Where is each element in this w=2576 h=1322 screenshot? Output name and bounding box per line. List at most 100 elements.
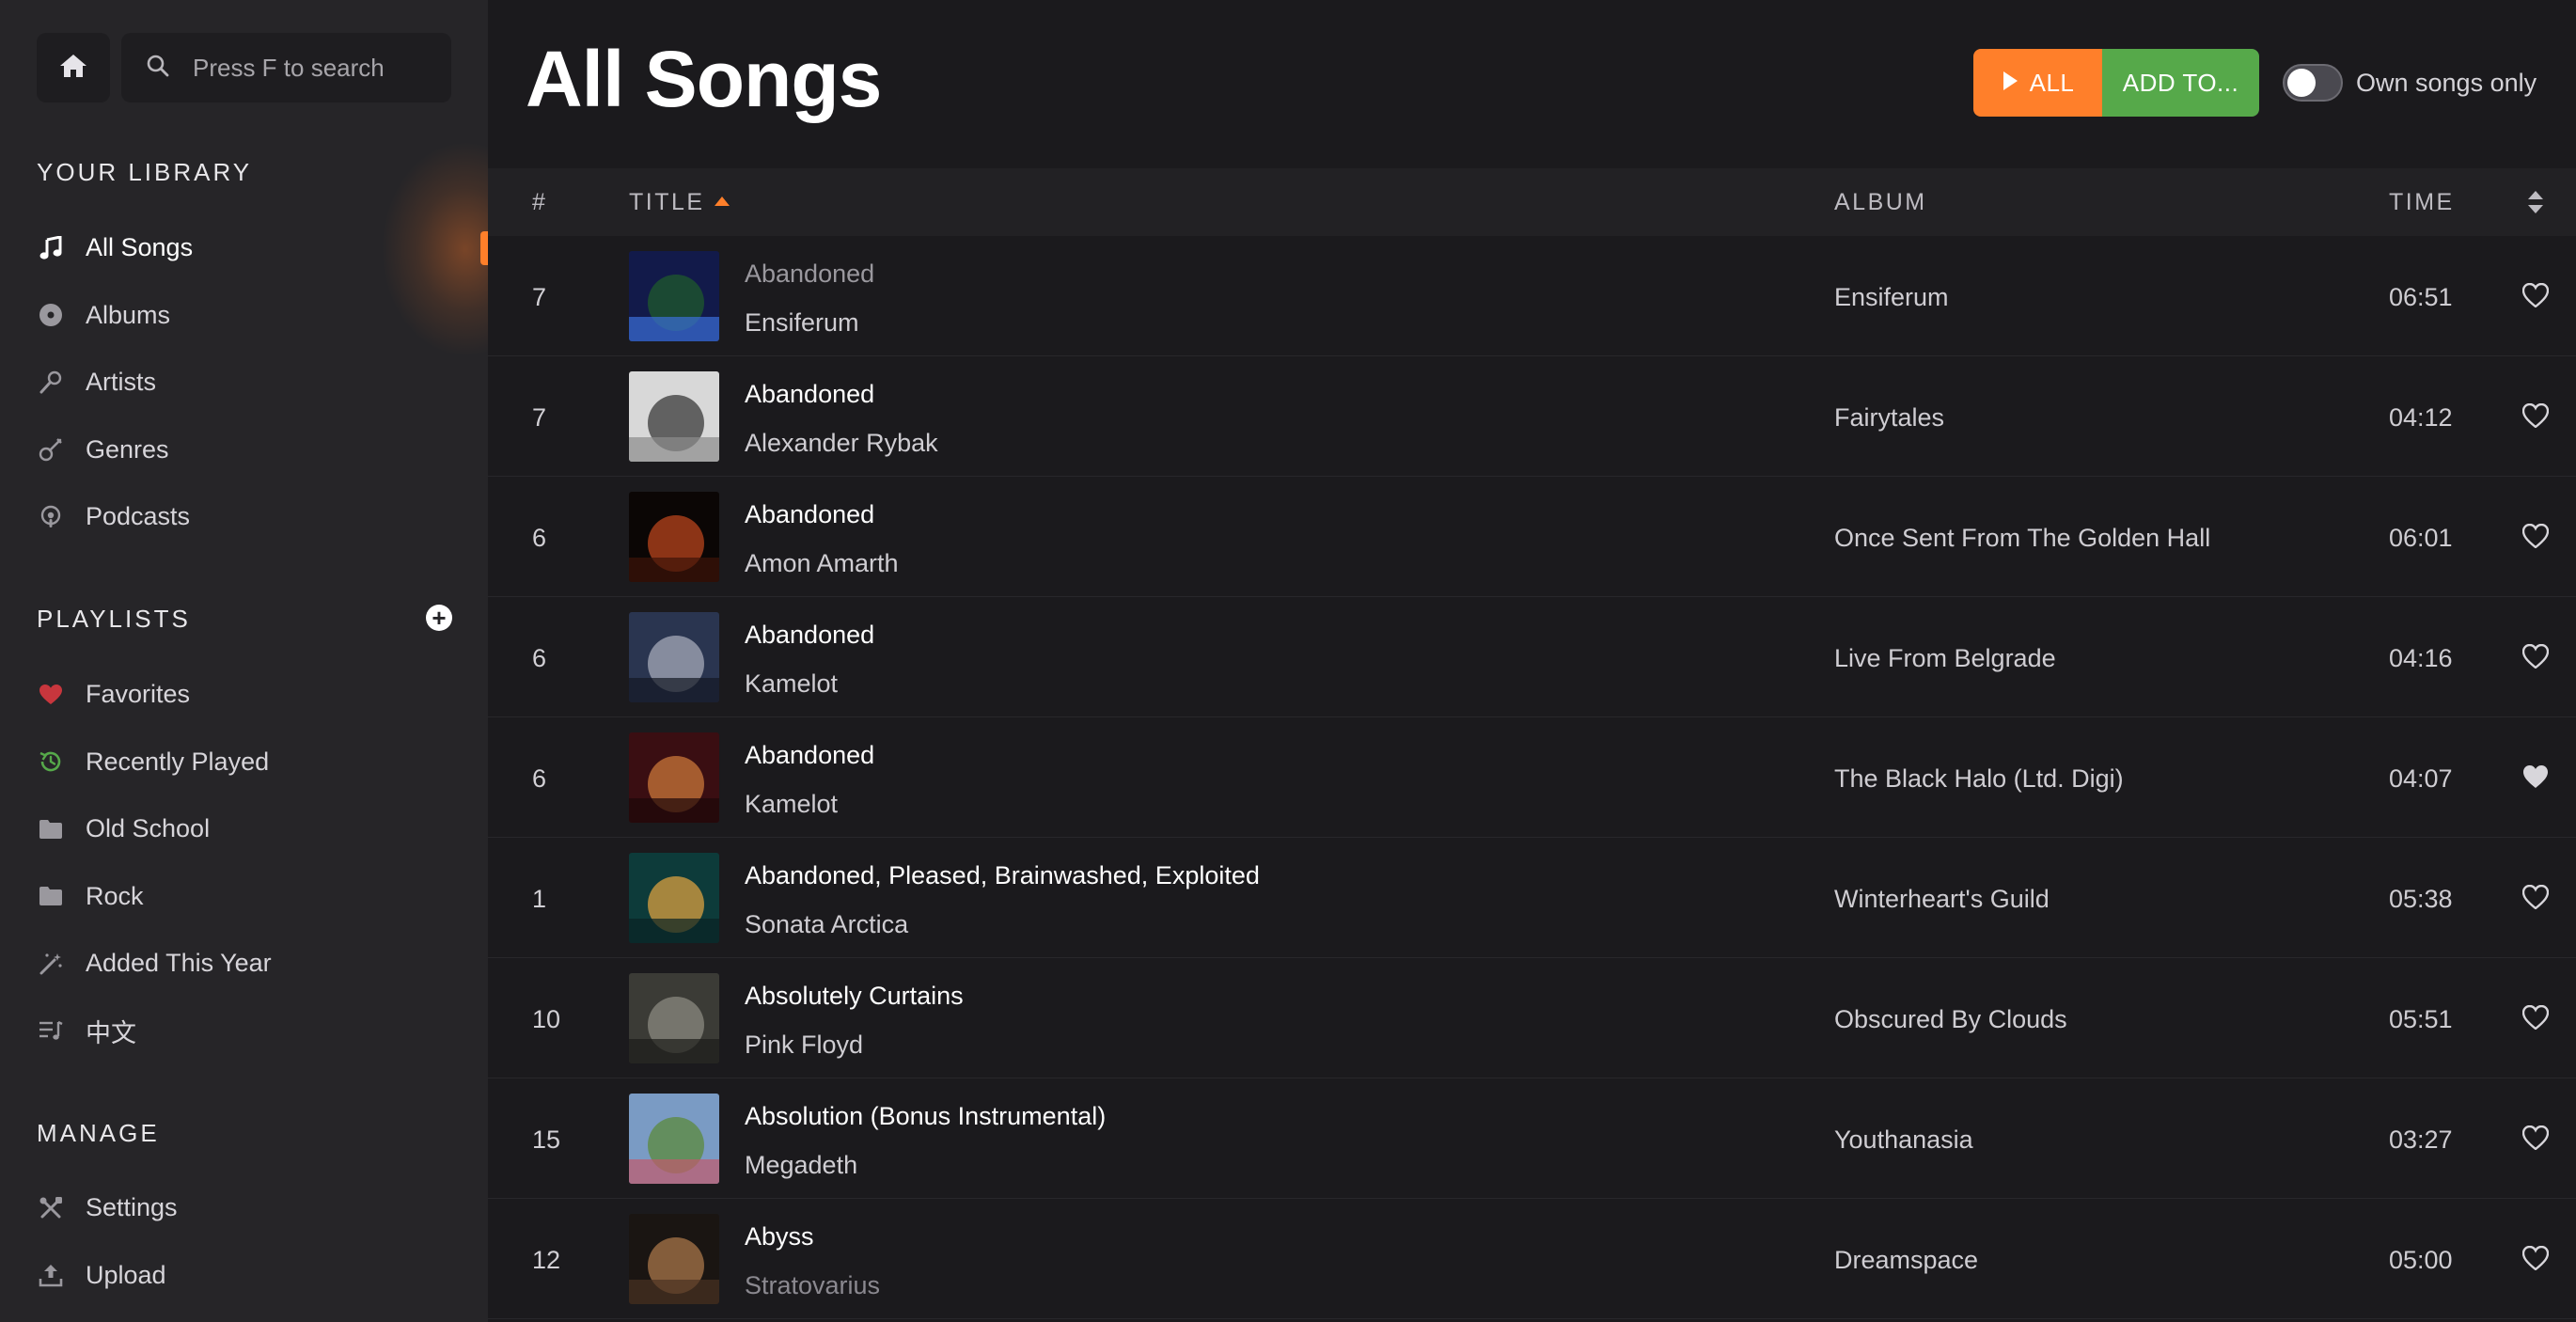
sidebar-item-label: Rock (86, 881, 144, 910)
sidebar-item-label: 中文 (86, 1018, 136, 1047)
sidebar-item-rock[interactable]: Rock (37, 863, 479, 931)
add-playlist-button[interactable]: + (426, 605, 452, 631)
sort-toggle-icon[interactable] (2526, 189, 2545, 222)
column-header-time[interactable]: TIME (2389, 189, 2455, 216)
song-row[interactable]: 6 Abandoned Amon Amarth Once Sent From The … (488, 477, 2576, 597)
guitar-icon (37, 435, 65, 464)
song-album[interactable]: Once Sent From The Golden Hall (1834, 524, 2210, 553)
sidebar-item-all-songs[interactable]: All Songs (37, 214, 479, 282)
sidebar-item-label: Genres (86, 434, 169, 464)
play-all-button[interactable]: ALL (1973, 49, 2102, 117)
song-duration: 03:27 (2389, 1125, 2453, 1154)
song-title: Abandoned (745, 741, 875, 769)
home-button[interactable] (37, 33, 110, 102)
song-row[interactable]: 15 Absolution (Bonus Instrumental) Megadet… (488, 1078, 2576, 1199)
song-duration: 04:07 (2389, 764, 2453, 793)
song-row[interactable]: 7 Abandoned Alexander Rybak Fairytales 04:12 (488, 356, 2576, 477)
add-to-button[interactable]: ADD TO... (2102, 49, 2259, 117)
sidebar-item-label: Albums (86, 300, 171, 329)
album-cover[interactable] (629, 1214, 719, 1304)
song-list: 7 Abandoned Ensiferum Ensiferum 06:51 7 Abando… (488, 236, 2576, 1319)
song-row[interactable]: 10 Absolutely Curtains Pink Floyd Obscured … (488, 958, 2576, 1078)
sidebar-item-podcasts[interactable]: Podcasts (37, 483, 479, 551)
song-row[interactable]: 7 Abandoned Ensiferum Ensiferum 06:51 (488, 236, 2576, 356)
album-cover[interactable] (629, 371, 719, 462)
song-album[interactable]: Obscured By Clouds (1834, 1005, 2067, 1034)
sidebar-item-old-school[interactable]: Old School (37, 795, 479, 863)
column-header-number[interactable]: # (532, 189, 547, 216)
sidebar-item-favorites[interactable]: Favorites (37, 661, 479, 729)
song-album[interactable]: Live From Belgrade (1834, 644, 2056, 673)
sidebar-item-label: Artists (86, 368, 157, 397)
column-header-album[interactable]: ALBUM (1834, 189, 1927, 216)
song-row[interactable]: 6 Abandoned Kamelot The Black Halo (Ltd. Di… (488, 717, 2576, 838)
like-heart-icon[interactable] (2521, 884, 2551, 911)
song-album[interactable]: Youthanasia (1834, 1125, 1973, 1155)
sidebar-item-label: Settings (86, 1193, 178, 1222)
sidebar-item-added-this-year[interactable]: Added This Year (37, 930, 479, 998)
album-cover[interactable] (629, 492, 719, 582)
song-artist[interactable]: Alexander Rybak (745, 429, 938, 458)
album-cover[interactable] (629, 1094, 719, 1184)
song-duration: 06:51 (2389, 283, 2453, 311)
like-heart-icon[interactable] (2522, 764, 2551, 791)
sidebar-item-upload[interactable]: Upload (37, 1242, 479, 1310)
song-row[interactable]: 1 Abandoned, Pleased, Brainwashed, Exploi… (488, 838, 2576, 958)
like-heart-icon[interactable] (2521, 1245, 2551, 1272)
song-artist[interactable]: Kamelot (745, 790, 838, 819)
song-artist[interactable]: Stratovarius (745, 1271, 880, 1300)
album-cover[interactable] (629, 251, 719, 341)
sidebar-item-albums[interactable]: Albums (37, 282, 479, 350)
song-row[interactable]: 12 Abyss Stratovarius Dreamspace 05:00 (488, 1199, 2576, 1319)
song-artist[interactable]: Pink Floyd (745, 1031, 863, 1060)
main-content: All Songs ALL ADD TO... Own songs only #… (488, 0, 2576, 1322)
playlist-icon (37, 1016, 65, 1045)
track-number: 7 (532, 283, 547, 311)
home-icon (59, 53, 87, 84)
album-cover[interactable] (629, 612, 719, 702)
search-box[interactable] (121, 33, 451, 102)
search-input[interactable] (193, 53, 428, 83)
track-number: 6 (532, 764, 547, 793)
sidebar-item-label: All Songs (86, 233, 194, 262)
song-artist[interactable]: Megadeth (745, 1151, 857, 1180)
song-artist[interactable]: Kamelot (745, 669, 838, 699)
plus-icon: + (432, 604, 447, 632)
song-title: Abandoned, Pleased, Brainwashed, Exploit… (745, 861, 1260, 889)
column-header-title[interactable]: TITLE (629, 189, 730, 216)
song-album[interactable]: Ensiferum (1834, 283, 1949, 312)
song-title: Abandoned (745, 260, 875, 288)
library-nav: All Songs Albums Artists Genres Podcasts (37, 214, 479, 551)
song-album[interactable]: The Black Halo (Ltd. Digi) (1834, 764, 2124, 794)
own-songs-toggle[interactable]: Own songs only (2283, 64, 2537, 102)
sidebar-item-settings[interactable]: Settings (37, 1174, 479, 1242)
song-row[interactable]: 6 Abandoned Kamelot Live From Belgrade 04:16 (488, 597, 2576, 717)
like-heart-icon[interactable] (2521, 523, 2551, 550)
song-table-header: # TITLE ALBUM TIME (488, 168, 2576, 236)
like-heart-icon[interactable] (2521, 643, 2551, 670)
song-album[interactable]: Winterheart's Guild (1834, 885, 2050, 914)
song-duration: 05:00 (2389, 1246, 2453, 1274)
like-heart-icon[interactable] (2521, 282, 2551, 309)
album-cover[interactable] (629, 973, 719, 1063)
song-artist[interactable]: Sonata Arctica (745, 910, 908, 939)
like-heart-icon[interactable] (2521, 1125, 2551, 1152)
sidebar-item-artists[interactable]: Artists (37, 349, 479, 417)
like-heart-icon[interactable] (2521, 1004, 2551, 1031)
sidebar-item-recently-played[interactable]: Recently Played (37, 729, 479, 796)
song-artist[interactable]: Ensiferum (745, 308, 859, 338)
song-duration: 04:12 (2389, 403, 2453, 432)
toggle-switch[interactable] (2283, 64, 2343, 102)
song-artist[interactable]: Amon Amarth (745, 549, 899, 578)
sidebar-item-chinese[interactable]: 中文 (37, 998, 479, 1065)
album-cover[interactable] (629, 732, 719, 823)
like-heart-icon[interactable] (2521, 402, 2551, 430)
sidebar-item-genres[interactable]: Genres (37, 417, 479, 484)
song-album[interactable]: Dreamspace (1834, 1246, 1978, 1275)
music-note-icon (37, 234, 65, 262)
album-cover[interactable] (629, 853, 719, 943)
track-number: 12 (532, 1246, 561, 1274)
song-album[interactable]: Fairytales (1834, 403, 1944, 433)
play-icon (2002, 69, 2018, 98)
song-duration: 04:16 (2389, 644, 2453, 672)
